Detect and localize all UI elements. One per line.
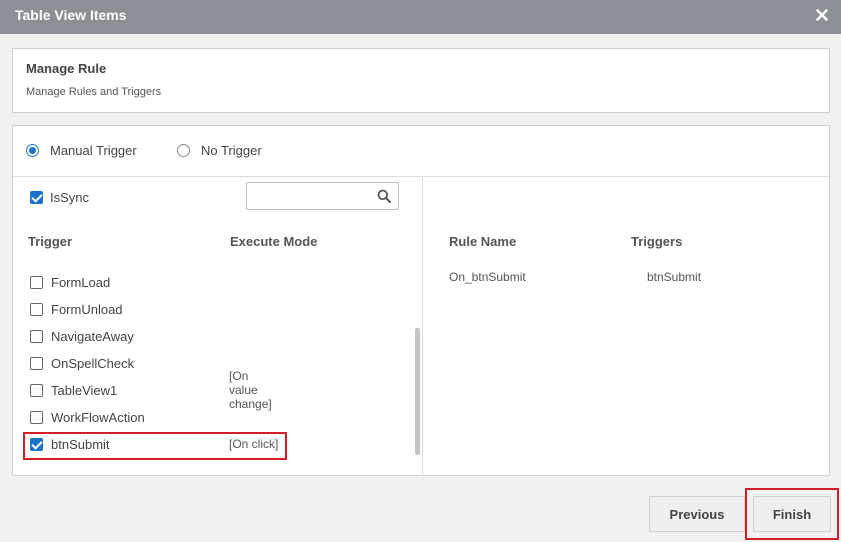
no-trigger-radio[interactable]: No Trigger [177,143,262,158]
trigger-name: OnSpellCheck [51,355,135,371]
finish-button[interactable]: Finish [753,496,831,532]
checkbox-icon [30,302,43,316]
trigger-column-header: Trigger [28,234,73,249]
checkbox-icon [30,383,43,397]
rules-panel: Manual Trigger No Trigger IsSync Trigger… [12,125,830,476]
execute-mode-column-header: Execute Mode [230,234,318,249]
dialog-titlebar: Table View Items [0,0,841,34]
rule-list-pane: Rule Name Triggers On_btnSubmit btnSubmi… [422,178,829,476]
trigger-name: NavigateAway [51,328,134,344]
manage-rule-heading: Manage Rule [26,61,107,76]
radio-selected-icon [26,144,39,157]
trigger-list-pane: IsSync Trigger Execute Mode FormLoad For… [13,178,422,476]
close-icon[interactable] [813,6,831,24]
trigger-type-group: Manual Trigger No Trigger [13,126,829,177]
trigger-row-workflowaction[interactable]: WorkFlowAction [30,407,280,427]
no-trigger-label: No Trigger [201,143,262,158]
checkbox-icon [30,329,43,343]
trigger-list-scrollbar[interactable] [415,328,420,455]
manual-trigger-label: Manual Trigger [50,143,137,158]
triggers-column-header: Triggers [631,234,683,249]
issync-checkbox[interactable]: IsSync [30,190,89,205]
checkbox-checked-icon [30,191,43,204]
trigger-row-navigateaway[interactable]: NavigateAway [30,326,280,346]
trigger-name: btnSubmit [51,436,110,452]
trigger-name: FormUnload [51,301,123,317]
previous-button[interactable]: Previous [649,496,745,532]
manage-rule-panel: Manage Rule Manage Rules and Triggers [12,48,830,113]
rule-triggers-value: btnSubmit [647,270,702,284]
trigger-row-formload[interactable]: FormLoad [30,272,280,292]
checkbox-icon [30,275,43,289]
trigger-row-tableview1[interactable]: TableView1 [On value change] [30,369,280,411]
trigger-row-btnsubmit[interactable]: btnSubmit [On click] [30,434,280,454]
manual-trigger-radio[interactable]: Manual Trigger [26,143,137,158]
checkbox-icon [30,356,43,370]
trigger-name: WorkFlowAction [51,409,145,425]
trigger-search-input[interactable] [249,185,374,207]
dialog-title: Table View Items [15,7,127,23]
trigger-search-box [246,182,399,210]
radio-unselected-icon [177,144,190,157]
rule-name-value[interactable]: On_btnSubmit [449,270,526,284]
issync-label: IsSync [50,190,90,205]
trigger-name: TableView1 [51,382,118,398]
manage-rule-subheading: Manage Rules and Triggers [26,86,162,98]
execute-mode: [On click] [229,437,279,451]
search-icon[interactable] [377,189,391,203]
trigger-name: FormLoad [51,274,111,290]
trigger-row-formunload[interactable]: FormUnload [30,299,280,319]
execute-mode: [On value change] [229,369,272,411]
checkbox-icon [30,410,43,424]
checkbox-checked-icon [30,437,43,451]
rule-name-column-header: Rule Name [449,234,517,249]
